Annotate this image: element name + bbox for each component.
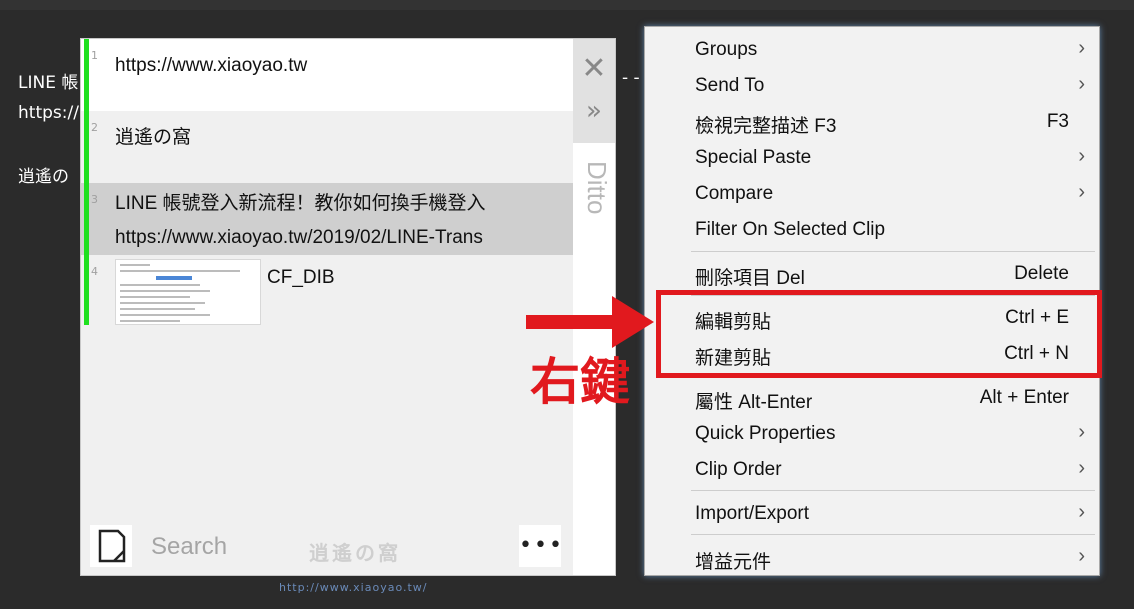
- clip-marker: [84, 111, 89, 183]
- annotation-label: 右鍵: [530, 353, 630, 411]
- clip-index: 2: [91, 121, 98, 134]
- menu-item-shortcut: F3: [1046, 111, 1069, 132]
- close-icon[interactable]: ✕: [573, 49, 615, 89]
- background-text-1: LINE 帳: [18, 73, 79, 93]
- expand-icon[interactable]: »: [573, 91, 615, 131]
- clip-item-2[interactable]: 2 逍遙の窩: [81, 111, 573, 183]
- clip-image-thumbnail: [115, 259, 261, 325]
- clip-index: 4: [91, 265, 98, 278]
- menu-item-shortcut: Alt + Enter: [979, 387, 1069, 408]
- search-icon[interactable]: [90, 525, 132, 567]
- menu-item-delete[interactable]: 刪除項目 Del Delete: [645, 255, 1099, 291]
- clip-item-1[interactable]: 1 https://www.xiaoyao.tw: [81, 39, 573, 111]
- ditto-window: 1 https://www.xiaoyao.tw 2 逍遙の窩 3 LINE 帳…: [80, 38, 616, 594]
- menu-item-label: Quick Properties: [695, 423, 836, 444]
- menu-item-quick-properties[interactable]: Quick Properties ›: [645, 415, 1099, 451]
- chevron-right-icon: ›: [1078, 501, 1085, 523]
- clip-text: LINE 帳號登入新流程！教你如何換手機登入: [115, 193, 486, 214]
- chevron-right-icon: ›: [1078, 37, 1085, 59]
- menu-separator: [691, 251, 1095, 252]
- clip-index: 1: [91, 49, 98, 62]
- watermark-url: http://www.xiaoyao.tw/: [279, 581, 428, 594]
- menu-item-view-full-description[interactable]: 檢視完整描述 F3 F3: [645, 103, 1099, 139]
- top-stripe: [0, 0, 1134, 10]
- menu-item-label: 增益元件: [695, 552, 772, 573]
- menu-item-compare[interactable]: Compare ›: [645, 175, 1099, 211]
- background-text-3: 逍遙の: [18, 167, 69, 187]
- clip-format-label: CF_DIB: [267, 267, 335, 288]
- background-text-fragment: - -: [622, 68, 640, 88]
- side-column: ✕ » Ditto: [573, 39, 615, 575]
- ditto-title: Ditto: [582, 161, 612, 215]
- menu-item-label: Special Paste: [695, 147, 812, 168]
- menu-item-properties[interactable]: 屬性 Alt-Enter Alt + Enter: [645, 379, 1099, 415]
- menu-item-label: 檢視完整描述 F3: [695, 116, 837, 137]
- more-options-button[interactable]: •••: [519, 525, 562, 567]
- clip-marker: [84, 39, 89, 111]
- menu-item-special-paste[interactable]: Special Paste ›: [645, 139, 1099, 175]
- side-buttons: ✕ »: [573, 39, 615, 143]
- watermark-logo: 逍遙の窩: [309, 541, 401, 565]
- clip-index: 3: [91, 193, 98, 206]
- clip-marker: [84, 255, 89, 325]
- chevron-right-icon: ›: [1078, 145, 1085, 167]
- clip-text: https://www.xiaoyao.tw: [115, 55, 308, 76]
- clip-text: 逍遙の窩: [115, 127, 192, 148]
- menu-item-filter-on-selected-clip[interactable]: Filter On Selected Clip: [645, 211, 1099, 247]
- menu-item-label: Send To: [695, 75, 765, 96]
- clip-item-3[interactable]: 3 LINE 帳號登入新流程！教你如何換手機登入 https://www.xia…: [81, 183, 573, 255]
- menu-separator: [691, 534, 1095, 535]
- clip-marker: [84, 183, 89, 255]
- clip-text-url: https://www.xiaoyao.tw/2019/02/LINE-Tran…: [115, 227, 483, 248]
- chevron-right-icon: ›: [1078, 545, 1085, 567]
- background-text-2: https://: [18, 103, 79, 123]
- menu-item-label: Compare: [695, 183, 774, 204]
- annotation-arrow: [526, 315, 616, 329]
- arrow-right-icon: [612, 296, 654, 348]
- menu-item-label: Clip Order: [695, 459, 782, 480]
- menu-item-send-to[interactable]: Send To ›: [645, 67, 1099, 103]
- clip-item-4[interactable]: 4 CF_DIB: [81, 255, 573, 325]
- menu-separator: [691, 490, 1095, 491]
- clip-list: 1 https://www.xiaoyao.tw 2 逍遙の窩 3 LINE 帳…: [81, 39, 573, 325]
- menu-item-label: 屬性 Alt-Enter: [695, 392, 813, 413]
- annotation-highlight-box: [656, 290, 1102, 378]
- search-input[interactable]: Search: [151, 533, 227, 561]
- menu-item-label: Import/Export: [695, 503, 810, 524]
- chevron-right-icon: ›: [1078, 457, 1085, 479]
- menu-item-groups[interactable]: Groups ›: [645, 31, 1099, 67]
- menu-item-import-export[interactable]: Import/Export ›: [645, 495, 1099, 531]
- menu-item-label: Filter On Selected Clip: [695, 219, 886, 240]
- menu-item-label: Groups: [695, 39, 758, 60]
- menu-item-shortcut: Delete: [1014, 263, 1069, 284]
- chevron-right-icon: ›: [1078, 73, 1085, 95]
- menu-item-addins[interactable]: 增益元件 ›: [645, 539, 1099, 575]
- chevron-right-icon: ›: [1078, 181, 1085, 203]
- menu-item-label: 刪除項目 Del: [695, 268, 805, 289]
- chevron-right-icon: ›: [1078, 421, 1085, 443]
- menu-item-clip-order[interactable]: Clip Order ›: [645, 451, 1099, 487]
